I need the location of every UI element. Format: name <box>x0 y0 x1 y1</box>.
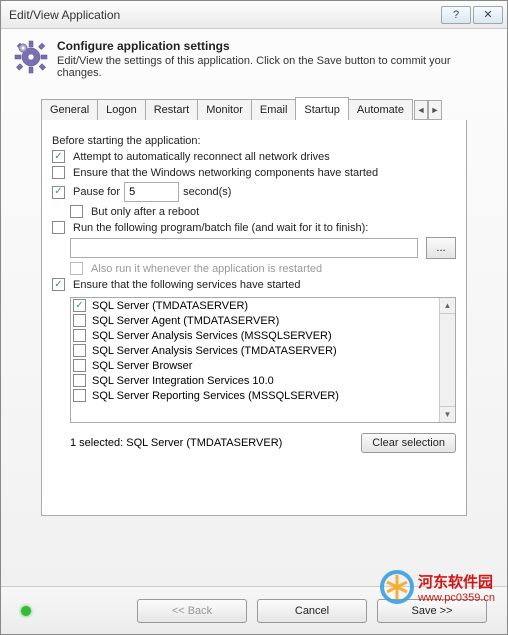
services-row: Ensure that the following services have … <box>52 278 456 291</box>
runprog-path-row: ... <box>52 237 456 259</box>
intro-label: Before starting the application: <box>52 135 456 147</box>
tab-email[interactable]: Email <box>251 99 297 120</box>
reconnect-row: Attempt to automatically reconnect all n… <box>52 150 456 163</box>
list-item[interactable]: SQL Server Reporting Services (MSSQLSERV… <box>71 388 439 403</box>
winnet-label: Ensure that the Windows networking compo… <box>73 167 378 179</box>
clear-selection-button[interactable]: Clear selection <box>361 433 456 453</box>
services-list-inner[interactable]: SQL Server (TMDATASERVER) SQL Server Age… <box>71 298 439 422</box>
reconnect-label: Attempt to automatically reconnect all n… <box>73 151 330 163</box>
scrollbar[interactable]: ▲ ▼ <box>439 298 455 422</box>
back-button[interactable]: << Back <box>137 599 247 623</box>
tab-scroll: ◄ ► <box>414 100 442 120</box>
reboot-row: But only after a reboot <box>52 205 456 218</box>
pause-row: Pause for second(s) <box>52 182 456 202</box>
cancel-button[interactable]: Cancel <box>257 599 367 623</box>
scroll-down-icon[interactable]: ▼ <box>440 406 455 422</box>
service-checkbox[interactable] <box>73 299 86 312</box>
service-checkbox[interactable] <box>73 329 86 342</box>
service-checkbox[interactable] <box>73 344 86 357</box>
reboot-checkbox[interactable] <box>70 205 83 218</box>
titlebar: Edit/View Application ? ✕ <box>1 1 507 29</box>
dialog-window: Edit/View Application ? ✕ Configure appl… <box>0 0 508 635</box>
header: Configure application settings Edit/View… <box>1 29 507 97</box>
scroll-up-icon[interactable]: ▲ <box>440 298 455 314</box>
tab-scroll-right[interactable]: ► <box>428 100 442 120</box>
winnet-checkbox[interactable] <box>52 166 65 179</box>
reboot-label: But only after a reboot <box>91 206 199 218</box>
runprog-label: Run the following program/batch file (an… <box>73 222 368 234</box>
tab-monitor[interactable]: Monitor <box>197 99 252 120</box>
services-checkbox[interactable] <box>52 278 65 291</box>
pause-suffix: second(s) <box>183 186 231 198</box>
gear-icon <box>13 39 49 75</box>
list-item[interactable]: SQL Server Analysis Services (TMDATASERV… <box>71 343 439 358</box>
alsorun-row: Also run it whenever the application is … <box>52 262 456 275</box>
help-button[interactable]: ? <box>441 6 471 24</box>
tab-automate[interactable]: Automate <box>348 99 413 120</box>
tab-logon[interactable]: Logon <box>97 99 146 120</box>
tab-general[interactable]: General <box>41 99 98 120</box>
service-checkbox[interactable] <box>73 389 86 402</box>
runprog-checkbox[interactable] <box>52 221 65 234</box>
header-title: Configure application settings <box>57 39 495 53</box>
runprog-row: Run the following program/batch file (an… <box>52 221 456 234</box>
header-subtitle: Edit/View the settings of this applicati… <box>57 55 495 79</box>
reconnect-checkbox[interactable] <box>52 150 65 163</box>
startup-panel: Before starting the application: Attempt… <box>41 120 467 516</box>
pause-input[interactable] <box>124 182 179 202</box>
winnet-row: Ensure that the Windows networking compo… <box>52 166 456 179</box>
services-label: Ensure that the following services have … <box>73 279 300 291</box>
header-text: Configure application settings Edit/View… <box>57 39 495 79</box>
service-checkbox[interactable] <box>73 359 86 372</box>
alsorun-checkbox <box>70 262 83 275</box>
pause-label: Pause for <box>73 186 120 198</box>
selection-row: 1 selected: SQL Server (TMDATASERVER) Cl… <box>70 433 456 453</box>
tab-scroll-left[interactable]: ◄ <box>414 100 428 120</box>
tab-startup[interactable]: Startup <box>295 97 348 120</box>
selection-text: 1 selected: SQL Server (TMDATASERVER) <box>70 437 282 449</box>
list-item[interactable]: SQL Server Agent (TMDATASERVER) <box>71 313 439 328</box>
browse-button[interactable]: ... <box>426 237 456 259</box>
save-button[interactable]: Save >> <box>377 599 487 623</box>
tabstrip: General Logon Restart Monitor Email Star… <box>41 97 467 120</box>
alsorun-label: Also run it whenever the application is … <box>91 263 322 275</box>
services-list: SQL Server (TMDATASERVER) SQL Server Age… <box>70 297 456 423</box>
list-item[interactable]: SQL Server Analysis Services (MSSQLSERVE… <box>71 328 439 343</box>
pause-checkbox[interactable] <box>52 186 65 199</box>
runprog-path-input[interactable] <box>70 238 418 258</box>
footer: << Back Cancel Save >> <box>1 586 507 634</box>
status-indicator-icon <box>21 606 31 616</box>
service-checkbox[interactable] <box>73 374 86 387</box>
list-item[interactable]: SQL Server Integration Services 10.0 <box>71 373 439 388</box>
service-checkbox[interactable] <box>73 314 86 327</box>
list-item[interactable]: SQL Server Browser <box>71 358 439 373</box>
window-title: Edit/View Application <box>9 8 439 22</box>
tab-restart[interactable]: Restart <box>145 99 198 120</box>
close-button[interactable]: ✕ <box>473 6 503 24</box>
list-item[interactable]: SQL Server (TMDATASERVER) <box>71 298 439 313</box>
